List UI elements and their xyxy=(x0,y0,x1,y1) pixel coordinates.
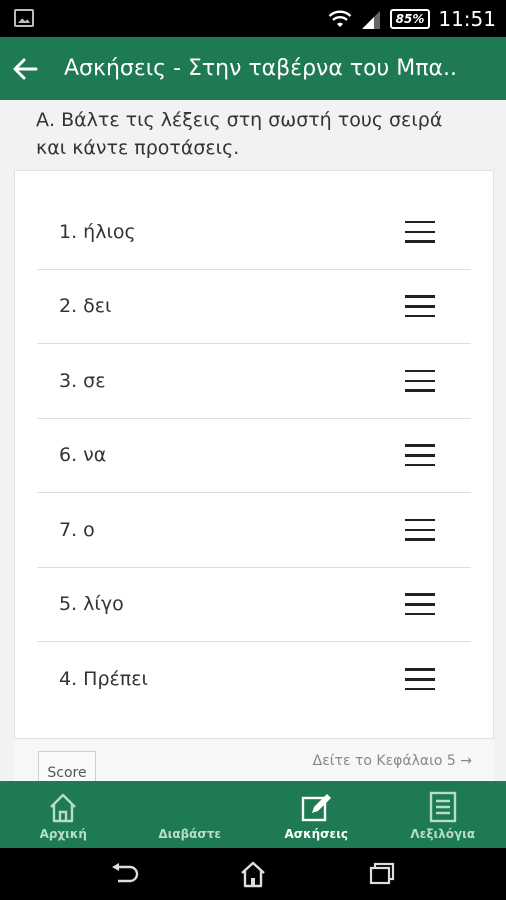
card-footer: Score Δείτε το Κεφάλαιο 5 → xyxy=(14,738,494,781)
reorder-item[interactable]: 2. δει xyxy=(37,270,471,344)
reorder-card: 1. ήλιος 2. δει 3. σε 6. να 7. ο 5. λίγο 4. Πρ… xyxy=(14,170,494,781)
back-button[interactable] xyxy=(0,37,50,100)
reorder-item[interactable]: 3. σε xyxy=(37,344,471,419)
app-bar: Ασκήσεις - Στην ταβέρνα του Μπα.. xyxy=(0,37,506,100)
recents-icon xyxy=(369,862,394,885)
system-home-button[interactable] xyxy=(233,859,273,889)
reorder-item-label: 4. Πρέπει xyxy=(59,668,148,691)
nav-item-label: Ασκήσεις xyxy=(284,826,348,841)
nav-item-3[interactable]: Λεξιλόγια xyxy=(380,781,506,848)
nav-item-1[interactable]: Διαβάστε xyxy=(127,781,254,848)
nav-item-0[interactable]: Αρχική xyxy=(0,781,127,848)
chapter-link[interactable]: Δείτε το Κεφάλαιο 5 → xyxy=(313,753,472,769)
book-icon xyxy=(172,789,208,825)
system-back-button[interactable] xyxy=(104,859,144,889)
reorder-item-label: 5. λίγο xyxy=(59,593,124,616)
reorder-item[interactable]: 1. ήλιος xyxy=(37,195,471,270)
home-icon xyxy=(50,793,77,822)
drag-handle-icon[interactable] xyxy=(405,668,435,691)
system-recents-button[interactable] xyxy=(362,859,402,889)
system-navigation-bar xyxy=(0,848,506,900)
nav-item-label: Αρχική xyxy=(39,826,87,841)
drag-handle-icon[interactable] xyxy=(405,295,435,318)
clock: 11:51 xyxy=(438,6,496,31)
page-title: Ασκήσεις - Στην ταβέρνα του Μπα.. xyxy=(64,56,457,81)
wifi-icon xyxy=(328,10,351,27)
signal-icon xyxy=(361,10,380,29)
reorder-item-label: 7. ο xyxy=(59,518,95,541)
exercise-content: Α. Βάλτε τις λέξεις στη σωστή τους σειρά… xyxy=(0,100,506,781)
gallery-notification-icon xyxy=(14,9,34,27)
drag-handle-icon[interactable] xyxy=(405,369,435,392)
edit-icon xyxy=(302,793,332,821)
reorder-item[interactable]: 6. να xyxy=(37,419,471,493)
list-icon xyxy=(429,791,456,822)
reorder-item[interactable]: 4. Πρέπει xyxy=(37,642,471,717)
nav-item-label: Διαβάστε xyxy=(158,826,222,841)
reorder-item-label: 3. σε xyxy=(59,369,106,392)
drag-handle-icon[interactable] xyxy=(405,444,435,467)
status-bar: 85% 11:51 xyxy=(0,0,506,37)
arrow-left-icon xyxy=(13,58,38,79)
reorder-item-label: 6. να xyxy=(59,444,107,467)
reorder-item-label: 2. δει xyxy=(59,295,112,318)
drag-handle-icon[interactable] xyxy=(405,518,435,541)
score-button[interactable]: Score xyxy=(38,751,96,781)
reorder-list: 1. ήλιος 2. δει 3. σε 6. να 7. ο 5. λίγο 4. Πρ… xyxy=(37,195,471,717)
reorder-item[interactable]: 7. ο xyxy=(37,493,471,568)
reorder-item-label: 1. ήλιος xyxy=(59,220,136,243)
reorder-item[interactable]: 5. λίγο xyxy=(37,568,471,642)
nav-item-2[interactable]: Ασκήσεις xyxy=(253,781,380,848)
nav-item-label: Λεξιλόγια xyxy=(410,826,476,841)
home-outline-icon xyxy=(241,861,265,888)
bottom-navigation: Αρχική Διαβάστε Ασκήσεις Λεξιλόγια xyxy=(0,781,506,848)
drag-handle-icon[interactable] xyxy=(405,593,435,616)
battery-indicator: 85% xyxy=(389,8,431,29)
drag-handle-icon[interactable] xyxy=(405,220,435,243)
exercise-instruction: Α. Βάλτε τις λέξεις στη σωστή τους σειρά… xyxy=(36,109,443,159)
back-icon xyxy=(112,863,139,883)
